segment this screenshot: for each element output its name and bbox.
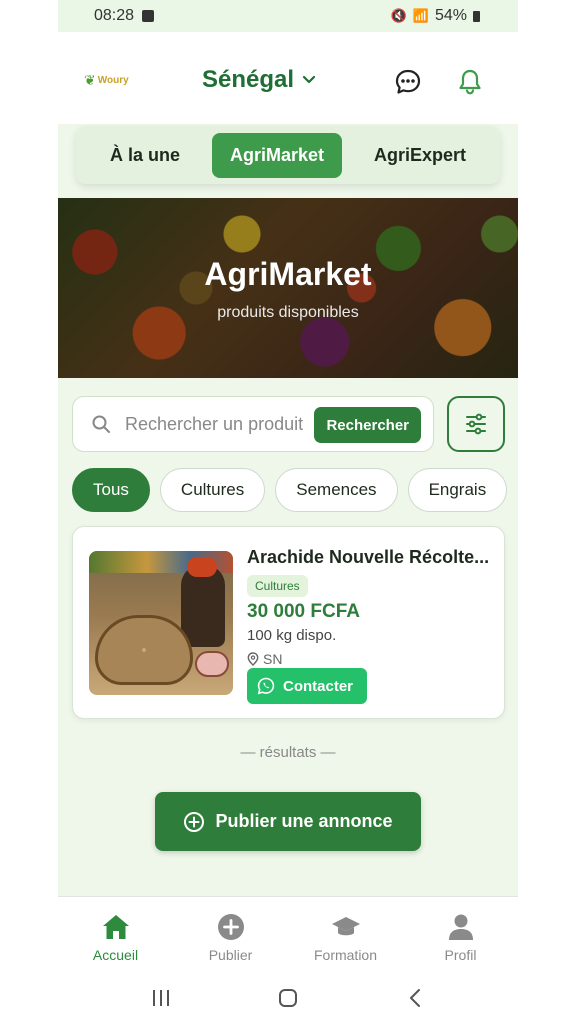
search-input[interactable] <box>125 413 303 435</box>
search-button[interactable]: Rechercher <box>314 407 421 443</box>
publish-button-label: Publier une annonce <box>215 811 393 831</box>
tab-agriexpert[interactable]: AgriExpert <box>356 133 484 178</box>
bell-icon <box>459 69 481 95</box>
mute-icon: 🔇 <box>390 8 407 23</box>
plus-circle-icon <box>184 811 205 832</box>
bowl-graphic <box>195 651 229 677</box>
logo-text: Woury <box>97 75 129 86</box>
chevron-down-icon <box>302 75 316 84</box>
battery-icon <box>473 10 480 22</box>
country-selector[interactable]: Sénégal <box>202 66 316 94</box>
tab-agrimarket[interactable]: AgriMarket <box>211 132 342 178</box>
nav-profil-label: Profil <box>444 947 477 963</box>
back-button[interactable] <box>395 978 435 1018</box>
product-category-badge: Cultures <box>247 575 308 597</box>
contact-label: Contacter <box>283 677 354 695</box>
nav-formation[interactable]: Formation <box>296 913 396 963</box>
nav-publier[interactable]: Publier <box>181 913 281 963</box>
product-price: 30 000 FCFA <box>247 601 360 622</box>
battery-level: 54% <box>434 7 467 24</box>
chat-bubble-icon <box>395 69 421 94</box>
home-square-icon <box>278 989 297 1007</box>
filter-chip-engrais[interactable]: Engrais <box>407 468 508 512</box>
app-logo: ❦ Woury <box>84 72 129 89</box>
notifications-button[interactable] <box>454 66 486 98</box>
status-left: 08:28 <box>94 7 155 25</box>
home-system-button[interactable] <box>268 978 308 1018</box>
app-screen: 08:28 🔇 📶 54% ❦ Woury Sénégal À la une A… <box>58 0 518 1024</box>
nav-accueil-label: Accueil <box>92 947 139 963</box>
country-label: Sénégal <box>202 66 295 93</box>
status-right: 🔇 📶 54% <box>391 7 480 25</box>
status-time: 08:28 <box>94 7 135 24</box>
system-navigation-bar <box>58 972 518 1024</box>
hero-subtitle: produits disponibles <box>217 304 359 321</box>
location-pin-icon <box>247 652 259 666</box>
bottom-navigation: Accueil Publier Formation Profil <box>58 896 518 972</box>
nav-publier-label: Publier <box>208 947 253 963</box>
peanut-basket-graphic <box>95 615 193 685</box>
recent-apps-icon <box>153 990 170 1006</box>
product-title: Arachide Nouvelle Récolte... <box>247 547 490 567</box>
filter-chip-semences[interactable]: Semences <box>275 468 398 512</box>
hero-title: AgriMarket <box>204 256 372 292</box>
section-tabs: À la une AgriMarket AgriExpert <box>76 126 500 184</box>
product-location: SN <box>247 651 282 667</box>
whatsapp-icon <box>257 677 275 695</box>
leaf-icon: ❦ <box>84 72 96 88</box>
notification-icon <box>142 10 155 22</box>
tab-a-la-une[interactable]: À la une <box>92 133 198 178</box>
filter-chip-tous[interactable]: Tous <box>72 468 150 512</box>
nav-accueil[interactable]: Accueil <box>66 913 166 963</box>
contact-whatsapp-button[interactable]: Contacter <box>247 668 368 704</box>
product-image <box>89 551 233 695</box>
graduation-cap-icon <box>331 917 360 936</box>
product-quantity: 100 kg dispo. <box>247 627 337 644</box>
product-location-text: SN <box>263 651 283 667</box>
nav-profil[interactable]: Profil <box>411 913 511 963</box>
sliders-icon <box>466 413 486 435</box>
person-icon <box>448 914 473 940</box>
results-label: — résultats — <box>240 744 336 761</box>
vendor-graphic <box>181 565 225 647</box>
chat-button[interactable] <box>392 66 424 98</box>
home-icon <box>102 915 129 939</box>
search-bar: Rechercher <box>72 396 434 452</box>
publish-listing-button[interactable]: Publier une annonce <box>155 792 421 851</box>
nav-formation-label: Formation <box>313 947 378 963</box>
filter-settings-button[interactable] <box>447 396 505 452</box>
status-bar: 08:28 🔇 📶 54% <box>58 0 518 32</box>
product-card[interactable]: Arachide Nouvelle Récolte... Cultures 30… <box>72 526 505 719</box>
app-header: ❦ Woury Sénégal <box>58 32 518 124</box>
wifi-icon: 📶 <box>412 8 429 23</box>
category-filters: Tous Cultures Semences Engrais <box>72 468 508 512</box>
hero-banner: AgriMarket produits disponibles <box>58 198 518 378</box>
search-icon <box>92 415 110 433</box>
plus-circle-icon <box>217 914 244 940</box>
filter-chip-cultures[interactable]: Cultures <box>159 468 266 512</box>
back-chevron-icon <box>409 989 420 1007</box>
headscarf-graphic <box>187 557 217 577</box>
recent-apps-button[interactable] <box>141 978 181 1018</box>
